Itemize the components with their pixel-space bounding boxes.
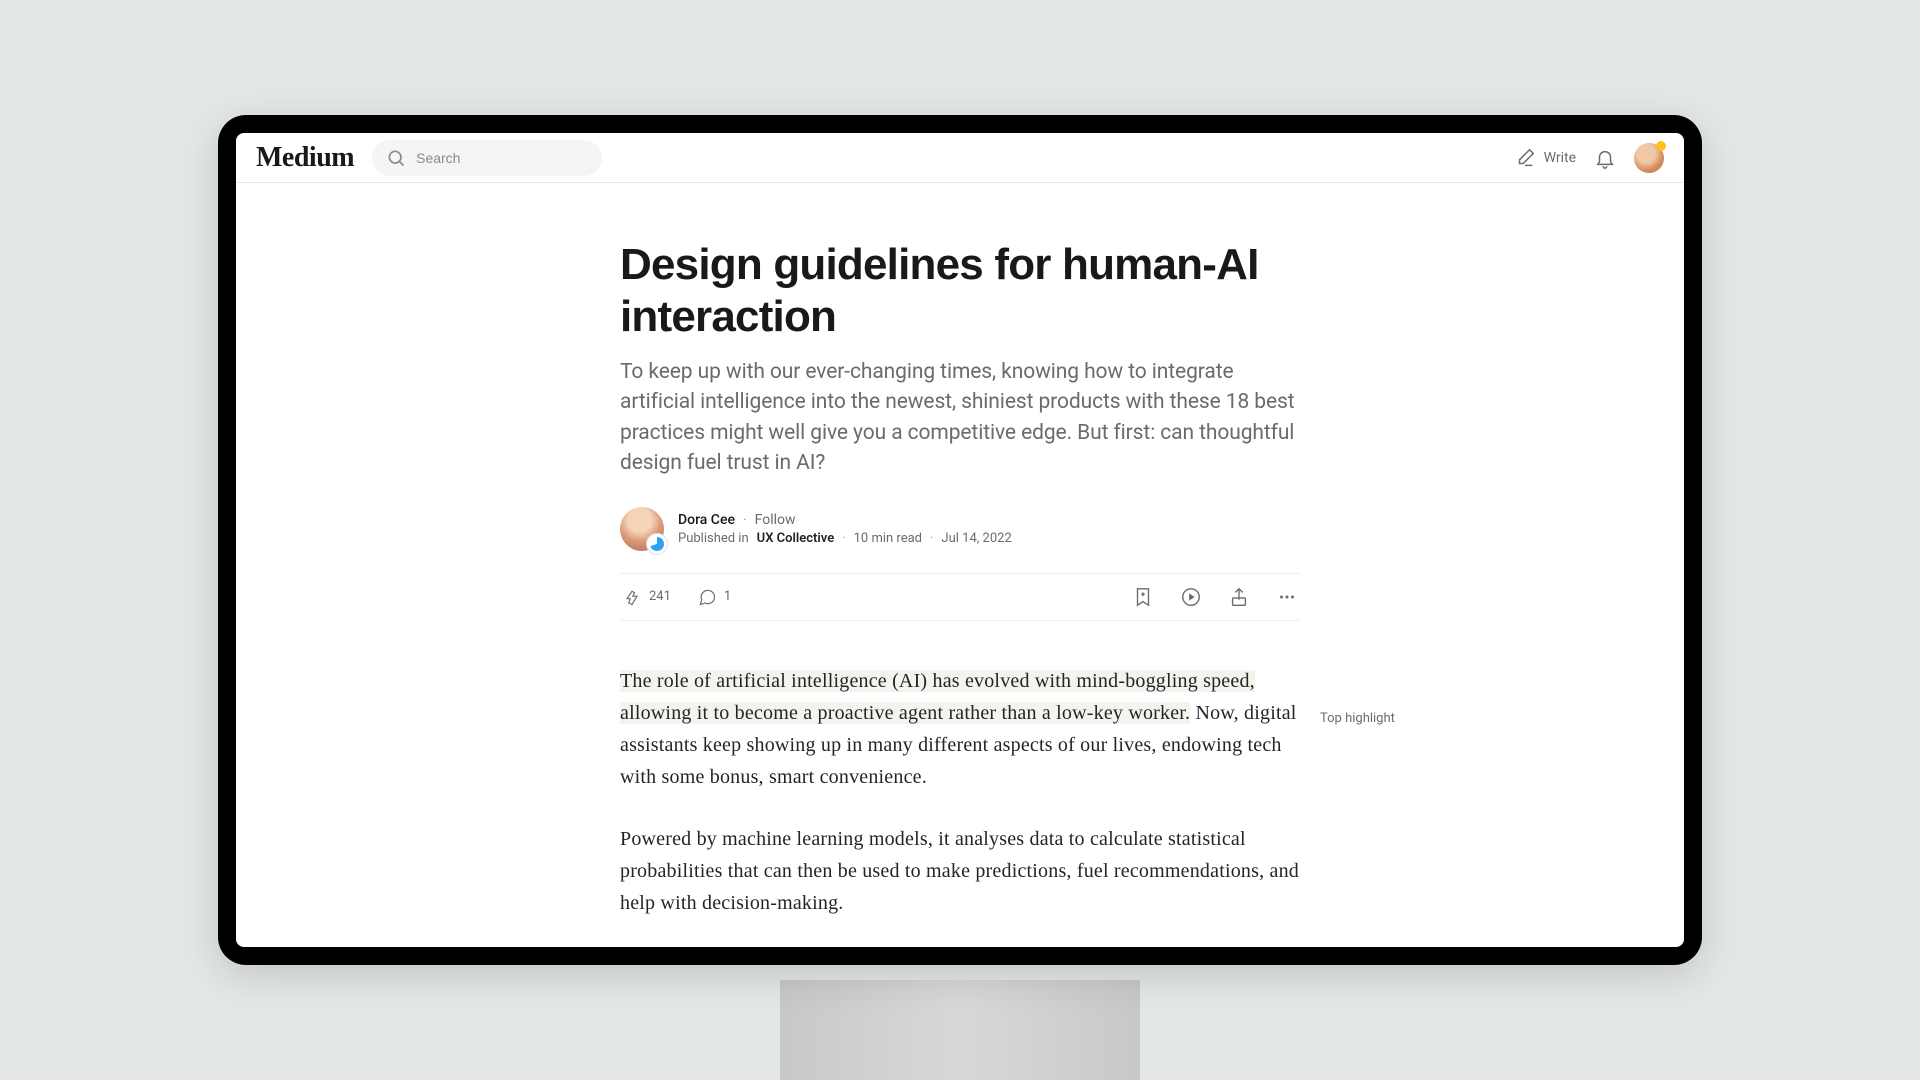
- comment-count: 1: [724, 589, 731, 604]
- more-button[interactable]: [1276, 586, 1298, 608]
- screen: Medium Write: [236, 133, 1684, 947]
- clap-button[interactable]: 241: [622, 587, 671, 607]
- author-name[interactable]: Dora Cee: [678, 512, 735, 528]
- share-icon: [1228, 586, 1250, 608]
- article-title: Design guidelines for human-AI interacti…: [620, 239, 1300, 343]
- monitor-stand: [780, 980, 1140, 1080]
- comment-icon: [697, 587, 717, 607]
- site-logo[interactable]: Medium: [256, 142, 354, 174]
- play-circle-icon: [1180, 586, 1202, 608]
- write-button[interactable]: Write: [1514, 147, 1576, 169]
- paragraph: Powered by machine learning models, it a…: [620, 823, 1300, 919]
- search-input[interactable]: [416, 150, 588, 166]
- publish-date: Jul 14, 2022: [941, 531, 1011, 546]
- publication-badge-icon: [646, 533, 668, 555]
- notifications-button[interactable]: [1594, 147, 1616, 169]
- author-row: Dora Cee · Follow Published in UX Collec…: [620, 507, 1300, 551]
- share-button[interactable]: [1228, 586, 1250, 608]
- paragraph: The role of artificial intelligence (AI)…: [620, 665, 1300, 793]
- author-avatar[interactable]: [620, 507, 664, 551]
- monitor-frame: Medium Write: [218, 115, 1702, 965]
- highlighted-text: The role of artificial intelligence (AI)…: [620, 670, 1255, 724]
- separator-dot: ·: [930, 531, 933, 546]
- user-avatar[interactable]: [1634, 143, 1664, 173]
- article-body: The role of artificial intelligence (AI)…: [620, 665, 1300, 919]
- clap-count: 241: [649, 589, 671, 604]
- bell-icon: [1594, 147, 1616, 169]
- listen-button[interactable]: [1180, 586, 1202, 608]
- write-icon: [1514, 147, 1536, 169]
- published-in-prefix: Published in: [678, 531, 749, 546]
- top-highlight-label: Top highlight: [1320, 711, 1395, 726]
- top-nav: Medium Write: [236, 133, 1684, 183]
- search-box[interactable]: [372, 140, 602, 176]
- article-content: Design guidelines for human-AI interacti…: [236, 183, 1684, 947]
- separator-dot: ·: [842, 531, 845, 546]
- write-label: Write: [1544, 150, 1576, 166]
- read-time: 10 min read: [854, 531, 922, 546]
- bookmark-icon: [1132, 586, 1154, 608]
- more-icon: [1276, 586, 1298, 608]
- separator-dot: ·: [743, 512, 747, 528]
- comment-button[interactable]: 1: [697, 587, 731, 607]
- publication-name[interactable]: UX Collective: [757, 531, 835, 546]
- action-bar: 241 1: [620, 573, 1300, 621]
- clap-icon: [622, 587, 642, 607]
- bookmark-button[interactable]: [1132, 586, 1154, 608]
- search-icon: [386, 148, 406, 168]
- follow-button[interactable]: Follow: [755, 512, 796, 528]
- article-subtitle: To keep up with our ever-changing times,…: [620, 357, 1300, 479]
